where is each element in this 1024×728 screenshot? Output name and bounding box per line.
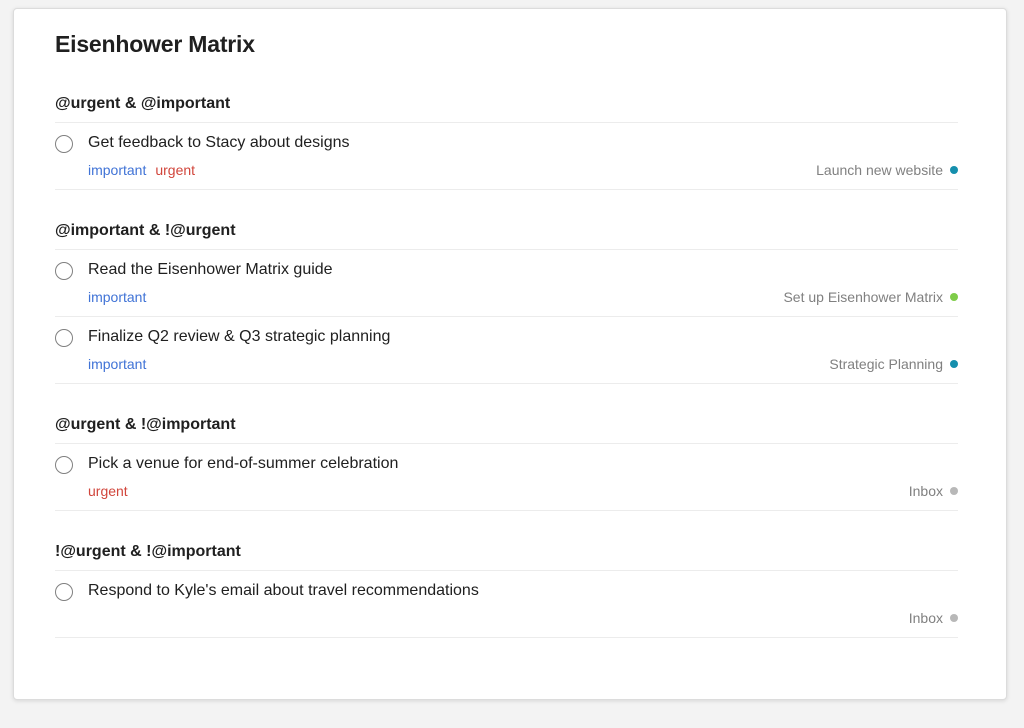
task-labels: important [88,356,155,372]
project-name: Inbox [908,483,943,499]
section: !@urgent & !@important Respond to Kyle's … [55,541,958,638]
task-project[interactable]: Set up Eisenhower Matrix [783,289,958,305]
task-labels: urgent [88,483,137,499]
task-checkbox[interactable] [55,135,73,153]
task-project[interactable]: Inbox [909,483,958,499]
task-checkbox[interactable] [55,583,73,601]
label-urgent[interactable]: urgent [88,483,128,499]
task-item[interactable]: Read the Eisenhower Matrix guide importan… [55,250,958,317]
section: @urgent & !@important Pick a venue for en… [55,414,958,511]
task-item[interactable]: Finalize Q2 review & Q3 strategic planni… [55,317,958,384]
task-item[interactable]: Get feedback to Stacy about designs impor… [55,123,958,190]
task-checkbox[interactable] [55,329,73,347]
section-header: @important & !@urgent [55,220,958,250]
section-header: !@urgent & !@important [55,541,958,571]
project-color-dot-icon [950,166,958,174]
label-important[interactable]: important [88,356,146,372]
label-important[interactable]: important [88,289,146,305]
project-name: Strategic Planning [829,356,943,372]
task-project[interactable]: Launch new website [816,162,958,178]
task-content[interactable]: Pick a venue for end-of-summer celebrati… [88,455,398,473]
label-urgent[interactable]: urgent [155,162,195,178]
task-labels: important urgent [88,162,204,178]
project-name: Inbox [908,610,943,626]
project-color-dot-icon [950,293,958,301]
task-project[interactable]: Inbox [909,610,958,626]
page-title: Eisenhower Matrix [55,31,255,57]
task-content[interactable]: Finalize Q2 review & Q3 strategic planni… [88,328,390,346]
task-project[interactable]: Strategic Planning [829,356,958,372]
task-item[interactable]: Respond to Kyle's email about travel rec… [55,571,958,638]
task-item[interactable]: Pick a venue for end-of-summer celebrati… [55,444,958,511]
section-header: @urgent & !@important [55,414,958,444]
section: @urgent & @important Get feedback to Stac… [55,93,958,190]
label-important[interactable]: important [88,162,146,178]
task-checkbox[interactable] [55,456,73,474]
task-checkbox[interactable] [55,262,73,280]
filter-view-card: Eisenhower Matrix @urgent & @important Ge… [13,8,1007,700]
project-color-dot-icon [950,360,958,368]
project-name: Launch new website [816,162,943,178]
task-content[interactable]: Get feedback to Stacy about designs [88,134,350,152]
sections-list: @urgent & @important Get feedback to Stac… [55,93,958,668]
section-header: @urgent & @important [55,93,958,123]
task-labels: important [88,289,155,305]
project-color-dot-icon [950,487,958,495]
task-content[interactable]: Respond to Kyle's email about travel rec… [88,582,479,600]
section: @important & !@urgent Read the Eisenhower… [55,220,958,384]
project-name: Set up Eisenhower Matrix [783,289,943,305]
task-content[interactable]: Read the Eisenhower Matrix guide [88,261,333,279]
project-color-dot-icon [950,614,958,622]
